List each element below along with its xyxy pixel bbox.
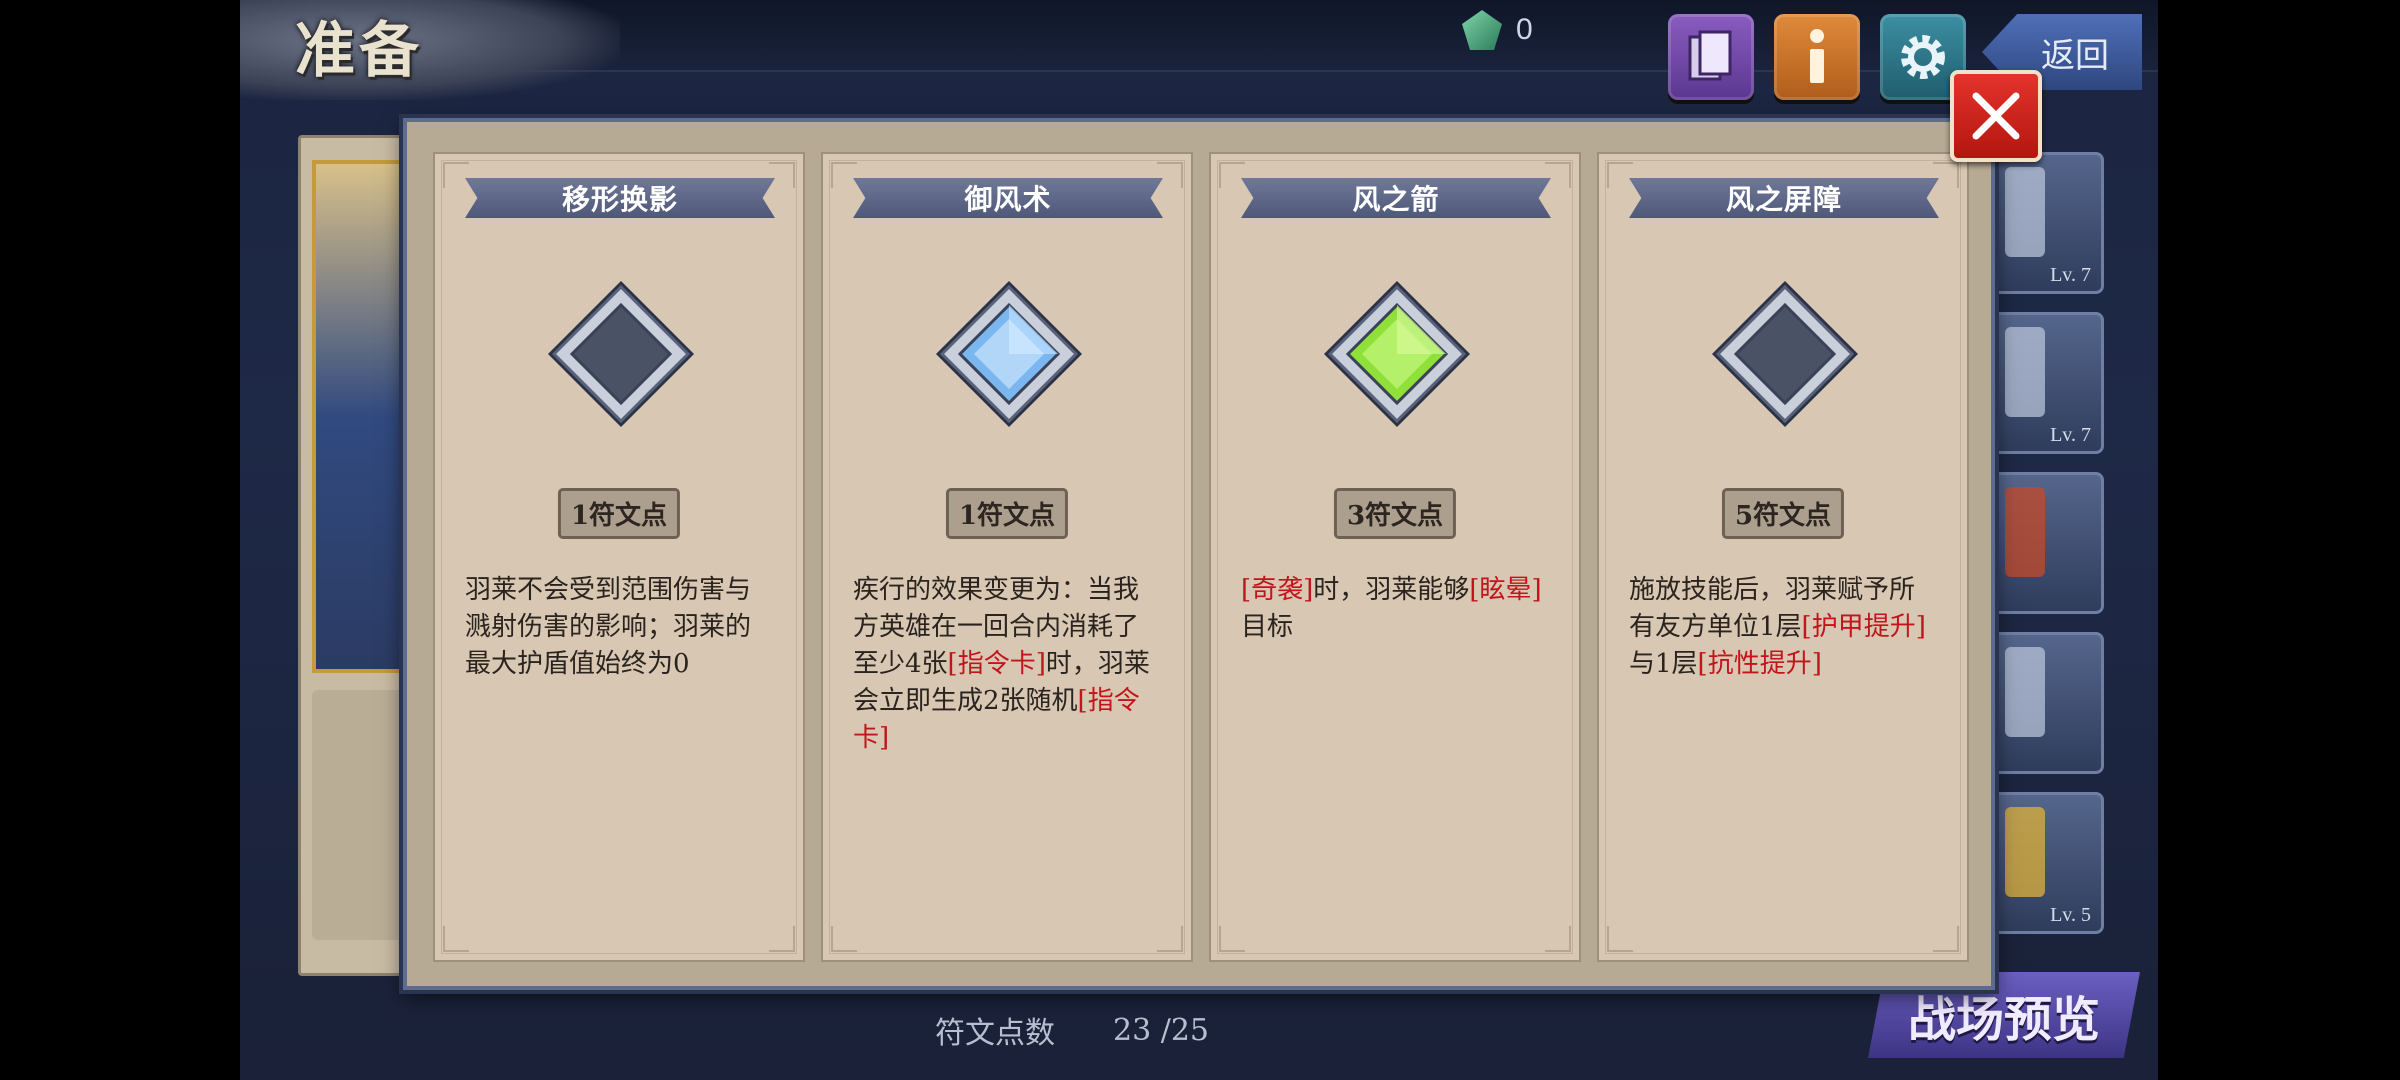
card-corner bbox=[1607, 162, 1633, 188]
rune-card-list: 移形换影 1符文点 羽莱不会受到范围伤害与溅射伤害的影响；羽莱的最大护盾值始终为… bbox=[433, 152, 1969, 962]
card-corner bbox=[769, 926, 795, 952]
slot-level: Lv. 7 bbox=[2050, 264, 2091, 286]
equipment-slot[interactable]: Lv. 7 bbox=[1992, 312, 2104, 454]
rune-cost: 5符文点 bbox=[1721, 488, 1845, 539]
card-corner bbox=[1933, 926, 1959, 952]
card-corner bbox=[769, 162, 795, 188]
equipment-slot[interactable]: Lv. 5 bbox=[1992, 792, 2104, 934]
rune-card[interactable]: 风之屏障 5符文点 施放技能后，羽莱赋予所有友方单位1层[护甲提升]与1层[抗性… bbox=[1597, 152, 1969, 962]
currency-display: 0 bbox=[1462, 10, 1533, 50]
info-icon bbox=[1810, 29, 1824, 83]
rune-card[interactable]: 御风术 1符文点 疾行的效果变更为：当我方英雄在一回合内消耗了至少4张[指令卡]… bbox=[821, 152, 1193, 962]
rune-card[interactable]: 风之箭 3符文点 [奇袭]时，羽莱能够[眩晕] 目标 bbox=[1209, 152, 1581, 962]
back-label: 返回 bbox=[2041, 35, 2109, 76]
rune-card[interactable]: 移形换影 1符文点 羽莱不会受到范围伤害与溅射伤害的影响；羽莱的最大护盾值始终为… bbox=[433, 152, 805, 962]
rune-cost: 1符文点 bbox=[945, 488, 1069, 539]
card-corner bbox=[1219, 162, 1245, 188]
rune-points-label: 符文点数 bbox=[935, 1016, 1055, 1051]
rune-name: 风之箭 bbox=[1352, 183, 1440, 216]
equipment-art bbox=[2005, 807, 2045, 897]
rune-description: 疾行的效果变更为：当我方英雄在一回合内消耗了至少4张[指令卡]时，羽莱会立即生成… bbox=[853, 572, 1163, 757]
info-button[interactable] bbox=[1774, 14, 1860, 100]
rune-name-banner: 移形换影 bbox=[465, 178, 775, 218]
description-text: 目标 bbox=[1241, 612, 1294, 642]
card-corner bbox=[831, 162, 857, 188]
close-icon bbox=[1972, 92, 2020, 140]
rune-name-banner: 御风术 bbox=[853, 178, 1163, 218]
rune-gem-green-icon bbox=[1324, 281, 1470, 427]
keyword-highlight: [奇袭] bbox=[1241, 575, 1314, 605]
card-corner bbox=[1607, 926, 1633, 952]
card-corner bbox=[1157, 162, 1183, 188]
equipment-art bbox=[2005, 327, 2045, 417]
card-corner bbox=[443, 926, 469, 952]
close-modal-button[interactable] bbox=[1950, 70, 2042, 162]
rune-description: 羽莱不会受到范围伤害与溅射伤害的影响；羽莱的最大护盾值始终为0 bbox=[465, 572, 775, 683]
rune-name: 御风术 bbox=[964, 183, 1052, 216]
equipment-art bbox=[2005, 487, 2045, 577]
battlefield-preview-label: 战场预览 bbox=[1907, 992, 2100, 1048]
card-corner bbox=[443, 162, 469, 188]
card-corner bbox=[831, 926, 857, 952]
page-title: 准备 bbox=[295, 16, 423, 86]
equipment-art bbox=[2005, 647, 2045, 737]
description-text: 与1层 bbox=[1629, 649, 1698, 679]
equipment-slot[interactable] bbox=[1992, 472, 2104, 614]
keyword-highlight: [指令卡] bbox=[947, 649, 1046, 679]
gem-icon bbox=[1462, 10, 1502, 50]
rune-name: 移形换影 bbox=[561, 183, 678, 216]
rune-name-banner: 风之箭 bbox=[1241, 178, 1551, 218]
rune-points-counter: 符文点数 23 /25 bbox=[935, 1008, 1209, 1052]
equipment-slot[interactable] bbox=[1992, 632, 2104, 774]
card-corner bbox=[1157, 926, 1183, 952]
rune-gem-blue-icon bbox=[936, 281, 1082, 427]
rune-gem-empty-icon bbox=[1712, 281, 1858, 427]
slot-level: Lv. 7 bbox=[2050, 424, 2091, 446]
keyword-highlight: [护甲提升] bbox=[1801, 612, 1926, 642]
rune-name: 风之屏障 bbox=[1725, 183, 1842, 216]
rune-description: 施放技能后，羽莱赋予所有友方单位1层[护甲提升]与1层[抗性提升] bbox=[1629, 572, 1939, 683]
gear-icon bbox=[1901, 35, 1945, 79]
rune-description: [奇袭]时，羽莱能够[眩晕] 目标 bbox=[1241, 572, 1551, 646]
card-corner bbox=[1545, 162, 1571, 188]
gem-count: 0 bbox=[1516, 13, 1533, 46]
slot-level: Lv. 5 bbox=[2050, 904, 2091, 926]
card-corner bbox=[1545, 926, 1571, 952]
rune-cost: 1符文点 bbox=[557, 488, 681, 539]
equipment-art bbox=[2005, 167, 2045, 257]
card-corner bbox=[1933, 162, 1959, 188]
keyword-highlight: [眩晕] bbox=[1469, 575, 1542, 605]
keyword-highlight: [抗性提升] bbox=[1697, 649, 1822, 679]
description-text: 羽莱不会受到范围伤害与溅射伤害的影响；羽莱的最大护盾值始终为0 bbox=[465, 575, 752, 679]
equipment-slot[interactable]: Lv. 7 bbox=[1992, 152, 2104, 294]
description-text: 时，羽莱能够 bbox=[1313, 575, 1470, 605]
rune-name-banner: 风之屏障 bbox=[1629, 178, 1939, 218]
codex-button[interactable] bbox=[1668, 14, 1754, 100]
rune-cost: 3符文点 bbox=[1333, 488, 1457, 539]
card-corner bbox=[1219, 926, 1245, 952]
rune-gem-empty-icon bbox=[548, 281, 694, 427]
book-icon bbox=[1688, 30, 1732, 81]
rune-select-modal: 移形换影 1符文点 羽莱不会受到范围伤害与溅射伤害的影响；羽莱的最大护盾值始终为… bbox=[403, 118, 1995, 990]
rune-points-value: 23 /25 bbox=[1113, 1012, 1209, 1048]
